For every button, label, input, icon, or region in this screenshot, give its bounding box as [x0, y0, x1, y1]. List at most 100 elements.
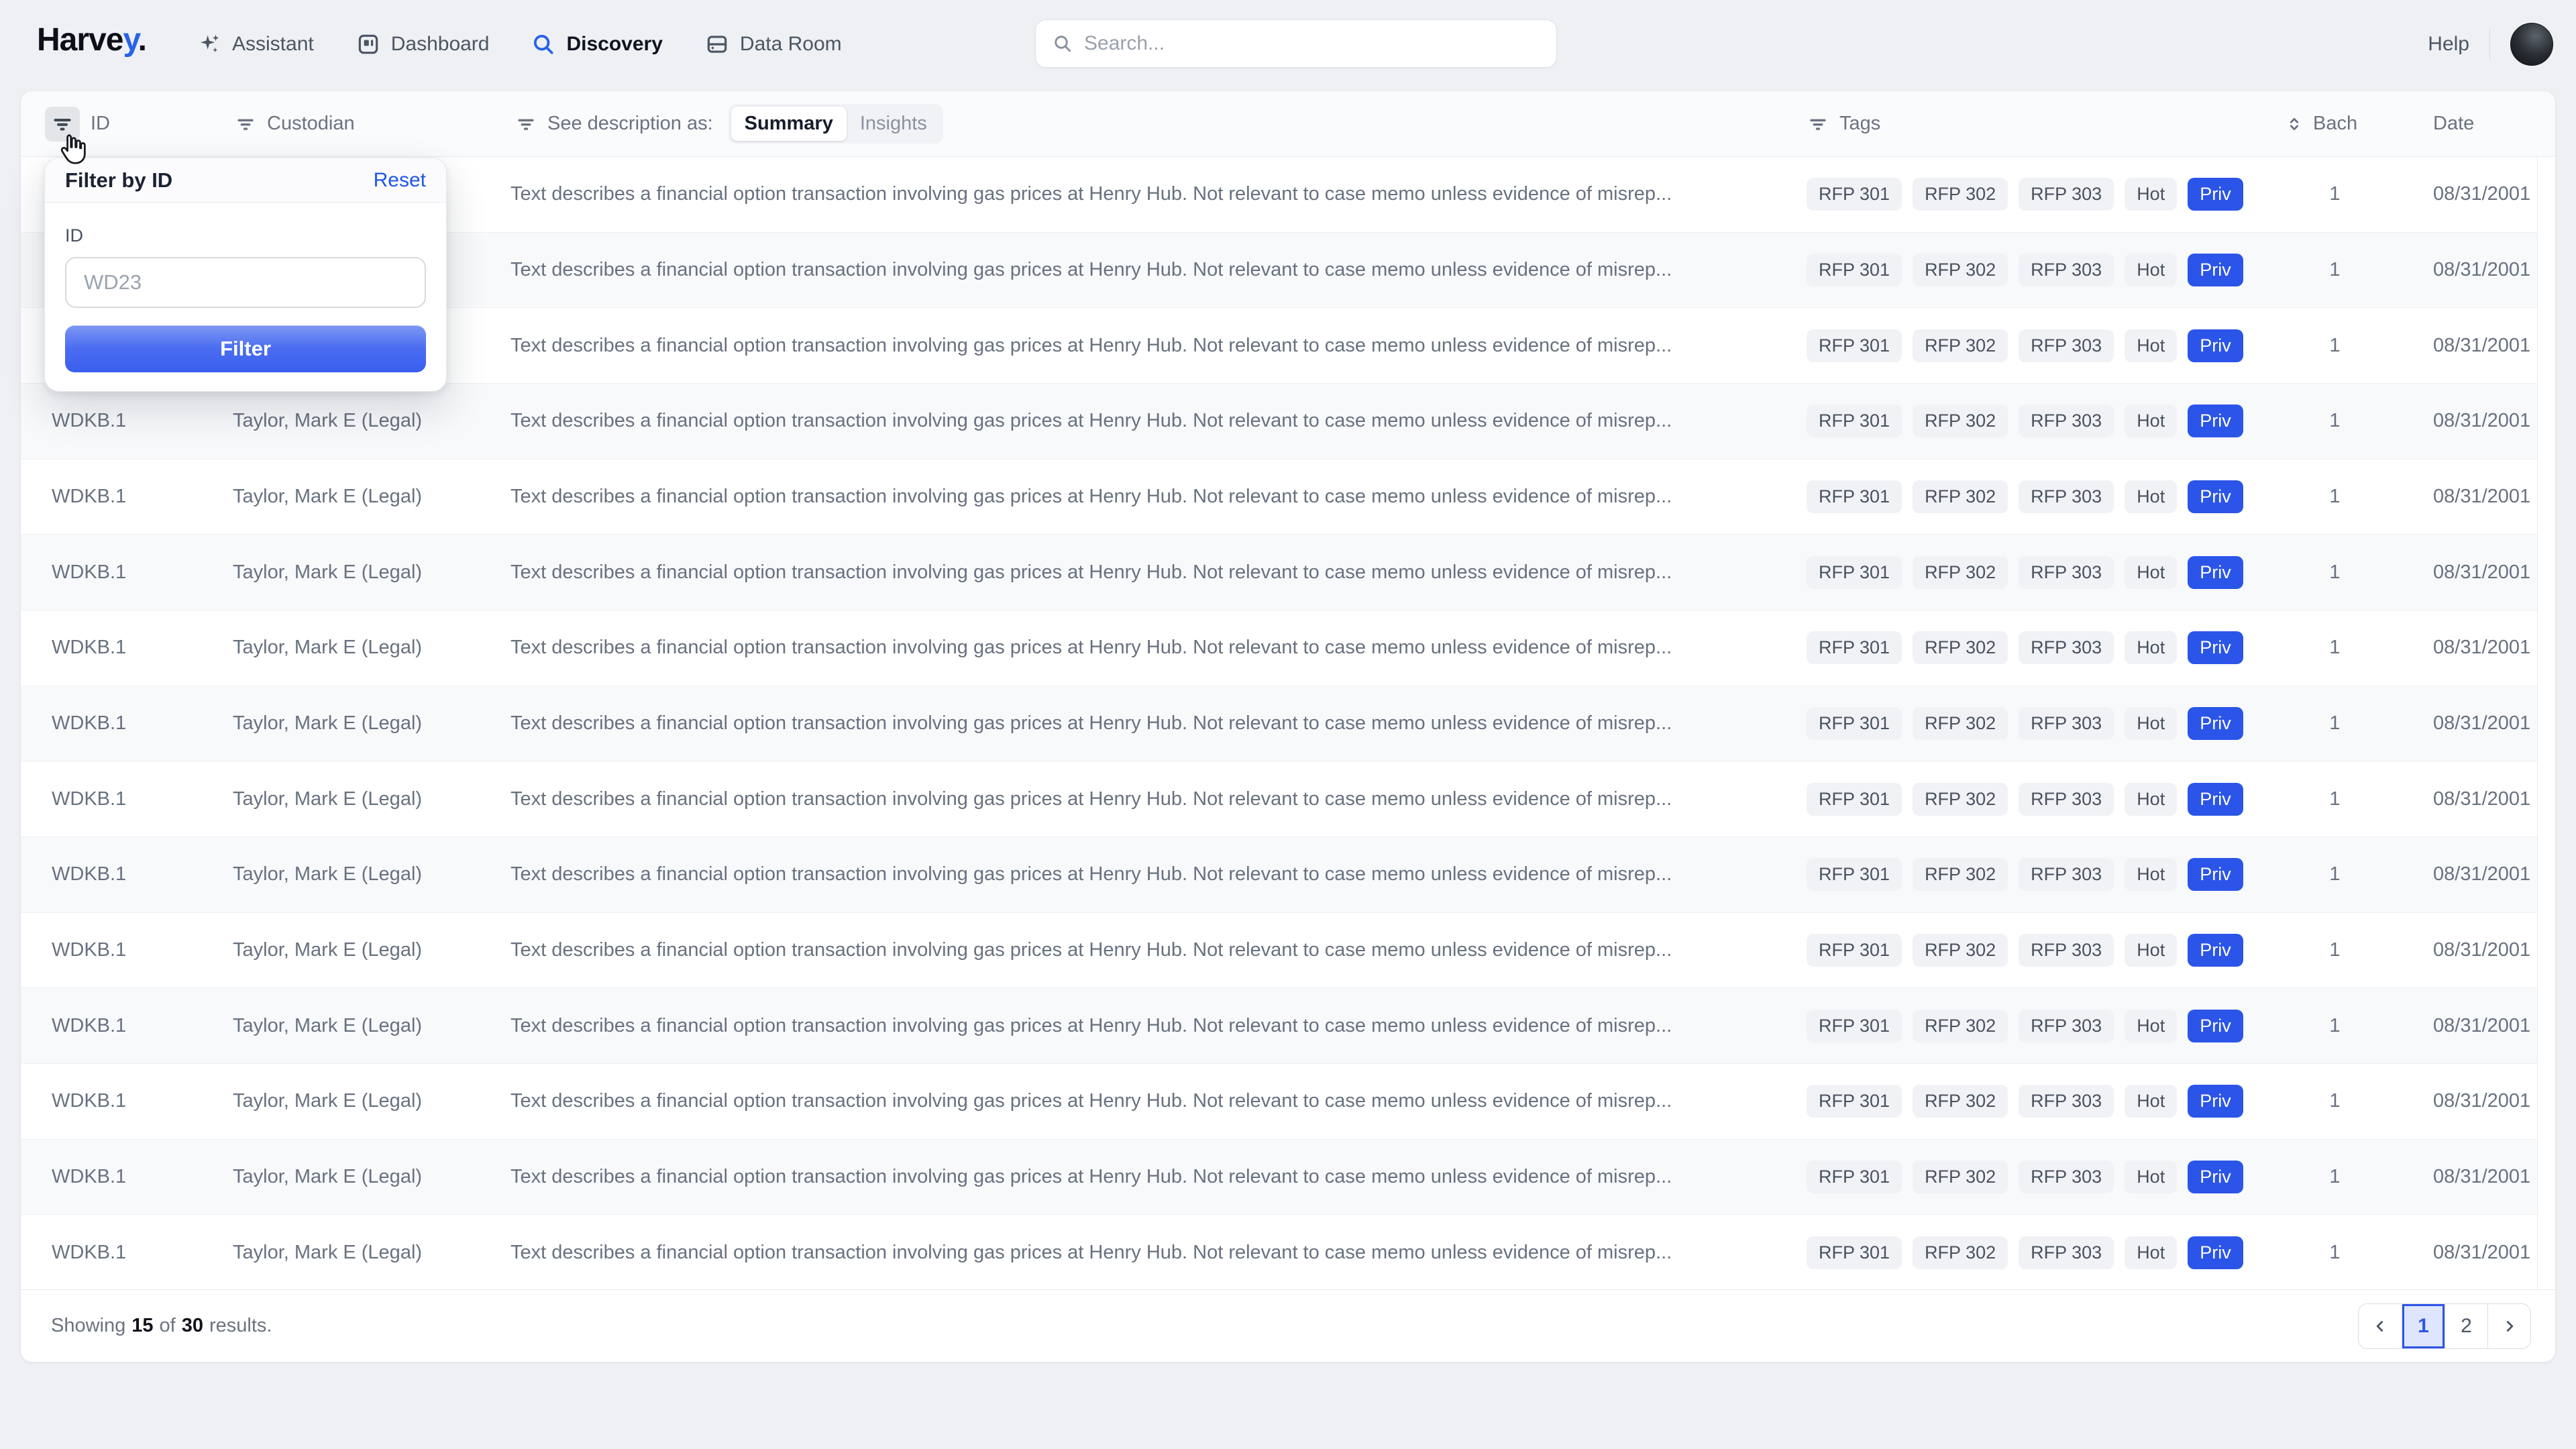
- tag-pill[interactable]: RFP 301: [1807, 254, 1902, 286]
- tag-pill[interactable]: RFP 303: [2019, 783, 2114, 816]
- nav-discovery[interactable]: Discovery: [531, 32, 662, 57]
- tag-pill[interactable]: RFP 302: [1913, 329, 2008, 362]
- tag-pill[interactable]: RFP 303: [2019, 1236, 2114, 1269]
- table-row[interactable]: WDKB.1 Taylor, Mark E (Legal) Text descr…: [21, 686, 2538, 762]
- id-filter-input[interactable]: [65, 257, 426, 308]
- table-row[interactable]: WDKB.1 Taylor, Mark E (Legal) Text descr…: [21, 1215, 2538, 1291]
- filter-description-button[interactable]: [515, 113, 537, 136]
- tag-pill[interactable]: RFP 302: [1913, 178, 2008, 211]
- tag-pill[interactable]: Hot: [2125, 556, 2177, 589]
- tag-pill[interactable]: RFP 303: [2019, 1010, 2114, 1042]
- tag-pill[interactable]: RFP 301: [1807, 1161, 1902, 1193]
- tag-pill[interactable]: RFP 301: [1807, 178, 1902, 211]
- nav-data-room[interactable]: Data Room: [704, 32, 842, 57]
- tag-pill[interactable]: RFP 302: [1913, 783, 2008, 816]
- tag-pill[interactable]: RFP 301: [1807, 1010, 1902, 1042]
- table-row[interactable]: WDKB.1 Taylor, Mark E (Legal) Text descr…: [21, 535, 2538, 610]
- tag-pill[interactable]: RFP 303: [2019, 858, 2114, 891]
- tag-pill[interactable]: RFP 303: [2019, 707, 2114, 740]
- tag-pill[interactable]: RFP 302: [1913, 405, 2008, 437]
- tag-pill[interactable]: RFP 301: [1807, 480, 1902, 513]
- user-avatar[interactable]: [2510, 23, 2553, 66]
- search-input[interactable]: [1084, 32, 1540, 55]
- privilege-tag-pill[interactable]: Priv: [2188, 934, 2243, 967]
- tag-pill[interactable]: Hot: [2125, 254, 2177, 286]
- tag-pill[interactable]: RFP 301: [1807, 405, 1902, 437]
- tag-pill[interactable]: Hot: [2125, 1085, 2177, 1118]
- tag-pill[interactable]: RFP 303: [2019, 178, 2114, 211]
- table-row[interactable]: WDKB.1 Taylor, Mark E (Legal) Text descr…: [21, 837, 2538, 913]
- privilege-tag-pill[interactable]: Priv: [2188, 1161, 2243, 1193]
- tag-pill[interactable]: Hot: [2125, 329, 2177, 362]
- privilege-tag-pill[interactable]: Priv: [2188, 1010, 2243, 1042]
- table-row[interactable]: WDKB.1 Taylor, Mark E (Legal) Text descr…: [21, 610, 2538, 686]
- sort-batch-button[interactable]: [2285, 115, 2304, 133]
- tag-pill[interactable]: Hot: [2125, 707, 2177, 740]
- tag-pill[interactable]: RFP 302: [1913, 480, 2008, 513]
- filter-custodian-button[interactable]: [234, 113, 257, 136]
- tag-pill[interactable]: RFP 303: [2019, 631, 2114, 664]
- tag-pill[interactable]: RFP 301: [1807, 1085, 1902, 1118]
- tag-pill[interactable]: Hot: [2125, 858, 2177, 891]
- toggle-summary[interactable]: Summary: [731, 107, 847, 141]
- tag-pill[interactable]: RFP 303: [2019, 480, 2114, 513]
- tag-pill[interactable]: RFP 302: [1913, 1161, 2008, 1193]
- table-row[interactable]: WDKB.1 Taylor, Mark E (Legal) Text descr…: [21, 384, 2538, 460]
- global-search-box[interactable]: [1035, 19, 1557, 68]
- tag-pill[interactable]: RFP 301: [1807, 707, 1902, 740]
- tag-pill[interactable]: RFP 303: [2019, 254, 2114, 286]
- prev-page-button[interactable]: [2359, 1304, 2402, 1348]
- privilege-tag-pill[interactable]: Priv: [2188, 631, 2243, 664]
- privilege-tag-pill[interactable]: Priv: [2188, 707, 2243, 740]
- page-1-button[interactable]: 1: [2402, 1304, 2445, 1348]
- tag-pill[interactable]: Hot: [2125, 178, 2177, 211]
- tag-pill[interactable]: Hot: [2125, 405, 2177, 437]
- table-row[interactable]: WDKB.1 Taylor, Mark E (Legal) Text descr…: [21, 1140, 2538, 1216]
- privilege-tag-pill[interactable]: Priv: [2188, 178, 2243, 211]
- privilege-tag-pill[interactable]: Priv: [2188, 1236, 2243, 1269]
- filter-tags-button[interactable]: [1807, 113, 1829, 136]
- privilege-tag-pill[interactable]: Priv: [2188, 556, 2243, 589]
- tag-pill[interactable]: RFP 301: [1807, 783, 1902, 816]
- table-row[interactable]: WDKB.1 Taylor, Mark E (Legal) Text descr…: [21, 460, 2538, 535]
- tag-pill[interactable]: Hot: [2125, 1236, 2177, 1269]
- filter-apply-button[interactable]: Filter: [65, 325, 426, 372]
- help-button[interactable]: Help: [2428, 33, 2469, 56]
- tag-pill[interactable]: RFP 301: [1807, 329, 1902, 362]
- tag-pill[interactable]: RFP 302: [1913, 1010, 2008, 1042]
- tag-pill[interactable]: RFP 301: [1807, 934, 1902, 967]
- tag-pill[interactable]: RFP 302: [1913, 1236, 2008, 1269]
- toggle-insights[interactable]: Insights: [847, 107, 941, 141]
- tag-pill[interactable]: RFP 301: [1807, 556, 1902, 589]
- tag-pill[interactable]: RFP 302: [1913, 254, 2008, 286]
- harvey-logo[interactable]: Harvey.: [37, 21, 146, 58]
- tag-pill[interactable]: RFP 303: [2019, 1161, 2114, 1193]
- tag-pill[interactable]: RFP 303: [2019, 556, 2114, 589]
- tag-pill[interactable]: RFP 302: [1913, 858, 2008, 891]
- tag-pill[interactable]: RFP 301: [1807, 858, 1902, 891]
- tag-pill[interactable]: RFP 303: [2019, 1085, 2114, 1118]
- privilege-tag-pill[interactable]: Priv: [2188, 405, 2243, 437]
- tag-pill[interactable]: Hot: [2125, 934, 2177, 967]
- tag-pill[interactable]: Hot: [2125, 783, 2177, 816]
- tag-pill[interactable]: RFP 303: [2019, 329, 2114, 362]
- tag-pill[interactable]: Hot: [2125, 631, 2177, 664]
- privilege-tag-pill[interactable]: Priv: [2188, 1085, 2243, 1118]
- privilege-tag-pill[interactable]: Priv: [2188, 254, 2243, 286]
- tag-pill[interactable]: RFP 302: [1913, 1085, 2008, 1118]
- tag-pill[interactable]: Hot: [2125, 1161, 2177, 1193]
- table-row[interactable]: WDKB.1 Taylor, Mark E (Legal) Text descr…: [21, 761, 2538, 837]
- tag-pill[interactable]: RFP 301: [1807, 1236, 1902, 1269]
- tag-pill[interactable]: RFP 302: [1913, 934, 2008, 967]
- tag-pill[interactable]: RFP 302: [1913, 707, 2008, 740]
- privilege-tag-pill[interactable]: Priv: [2188, 329, 2243, 362]
- tag-pill[interactable]: Hot: [2125, 480, 2177, 513]
- tag-pill[interactable]: RFP 301: [1807, 631, 1902, 664]
- tag-pill[interactable]: RFP 303: [2019, 405, 2114, 437]
- next-page-button[interactable]: [2487, 1304, 2530, 1348]
- table-row[interactable]: WDKB.1 Taylor, Mark E (Legal) Text descr…: [21, 1064, 2538, 1140]
- table-row[interactable]: WDKB.1 Taylor, Mark E (Legal) Text descr…: [21, 913, 2538, 989]
- tag-pill[interactable]: RFP 302: [1913, 631, 2008, 664]
- tag-pill[interactable]: Hot: [2125, 1010, 2177, 1042]
- page-2-button[interactable]: 2: [2445, 1304, 2487, 1348]
